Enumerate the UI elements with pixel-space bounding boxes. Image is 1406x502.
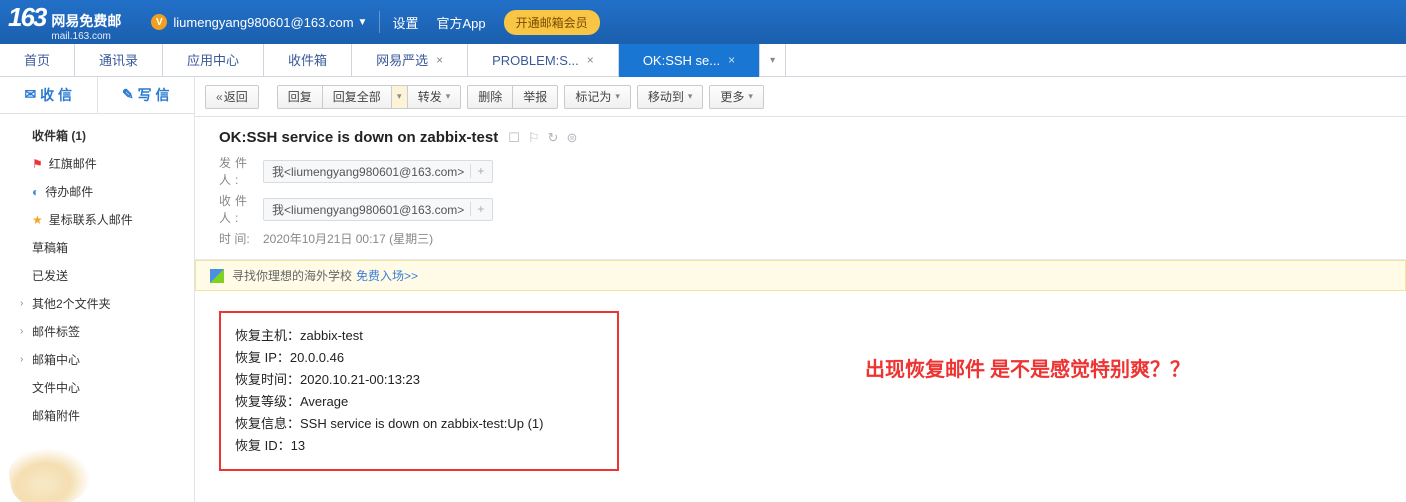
tab-home[interactable]: 首页 <box>0 44 75 77</box>
chevron-down-icon: ▾ <box>446 91 451 102</box>
sidebar-item-flagged[interactable]: ⚑红旗邮件 <box>0 150 194 178</box>
body-line: 恢复时间：2020.10.21-00:13:23 <box>235 369 603 391</box>
sidebar-decoration <box>0 438 194 502</box>
time-value: 2020年10月21日 00:17 (星期三) <box>263 230 433 247</box>
tab-add[interactable]: ▾ <box>760 44 786 76</box>
tab-contacts[interactable]: 通讯录 <box>75 44 163 77</box>
tab-inbox[interactable]: 收件箱 <box>264 44 352 77</box>
time-label: 时 间: <box>219 230 263 247</box>
chevron-down-icon: ▾ <box>615 91 620 102</box>
receive-button[interactable]: ✉收 信 <box>0 77 98 113</box>
promo-text: 寻找你理想的海外学校 <box>232 267 352 284</box>
mail-header: OK:SSH service is down on zabbix-test ☐ … <box>195 117 1406 260</box>
body-line: 恢复 ID：13 <box>235 435 603 457</box>
promo-banner[interactable]: 寻找你理想的海外学校 免费入场>> <box>195 260 1406 291</box>
forward-button[interactable]: 转发▾ <box>407 85 462 109</box>
print-icon[interactable]: ⊜ <box>566 130 577 146</box>
promo-icon <box>210 269 224 283</box>
chevron-down-icon: ▼ <box>358 17 368 28</box>
tab-okssh[interactable]: OK:SSH se...× <box>619 44 760 77</box>
vip-icon: V <box>151 14 167 30</box>
more-button[interactable]: 更多▾ <box>709 85 764 109</box>
download-icon: ✉ <box>24 86 36 103</box>
body-line: 恢复信息：SSH service is down on zabbix-test:… <box>235 413 603 435</box>
delete-button[interactable]: 删除 <box>467 85 513 109</box>
sidebar-item-attachments[interactable]: 邮箱附件 <box>0 402 194 430</box>
user-email: liumengyang980601@163.com <box>173 15 353 30</box>
report-button[interactable]: 举报 <box>512 85 558 109</box>
mail-subject: OK:SSH service is down on zabbix-test <box>219 129 498 146</box>
from-label: 发件人: <box>219 154 263 188</box>
sidebar-item-center[interactable]: ›邮箱中心 <box>0 346 194 374</box>
chevron-right-icon: › <box>20 290 28 318</box>
sidebar-item-inbox[interactable]: 收件箱 (1) <box>0 122 194 150</box>
to-label: 收件人: <box>219 192 263 226</box>
close-icon[interactable]: × <box>728 44 735 77</box>
sidebar-item-sent[interactable]: 已发送 <box>0 262 194 290</box>
annotation-text: 出现恢复邮件 是不是感觉特别爽？？ <box>865 353 1190 382</box>
reply-button[interactable]: 回复 <box>277 85 323 109</box>
to-chip[interactable]: 我<liumengyang980601@163.com>+ <box>263 198 493 221</box>
flag-outline-icon[interactable]: ⚐ <box>528 130 540 146</box>
sidebar-item-drafts[interactable]: 草稿箱 <box>0 234 194 262</box>
logo[interactable]: 163 网易免费邮 mail.163.com <box>8 2 121 42</box>
reply-all-button[interactable]: 回复全部▾ <box>322 85 408 109</box>
from-chip[interactable]: 我<liumengyang980601@163.com>+ <box>263 160 493 183</box>
nav-tabs: 首页 通讯录 应用中心 收件箱 网易严选× PROBLEM:S...× OK:S… <box>0 44 1406 77</box>
close-icon[interactable]: × <box>436 44 443 77</box>
mail-body-box: 恢复主机：zabbix-test 恢复 IP：20.0.0.46 恢复时间：20… <box>219 311 619 471</box>
back-button[interactable]: «返回 <box>205 85 259 109</box>
sidebar-item-files[interactable]: 文件中心 <box>0 374 194 402</box>
sidebar-item-starred[interactable]: ★星标联系人邮件 <box>0 206 194 234</box>
chevron-right-icon: › <box>20 318 28 346</box>
logo-domain: mail.163.com <box>51 31 121 42</box>
back-icon: « <box>216 90 220 104</box>
content-pane: «返回 回复 回复全部▾ 转发▾ 删除 举报 标记为▾ 移动到▾ 更多▾ OK:… <box>195 77 1406 502</box>
sidebar-item-other-folders[interactable]: ›其他2个文件夹 <box>0 290 194 318</box>
tab-problem[interactable]: PROBLEM:S...× <box>468 44 619 77</box>
settings-link[interactable]: 设置 <box>392 13 418 32</box>
mail-body: 恢复主机：zabbix-test 恢复 IP：20.0.0.46 恢复时间：20… <box>195 291 1406 491</box>
chevron-down-icon: ▾ <box>770 55 775 66</box>
reply-icon[interactable]: ↻ <box>548 130 559 146</box>
plus-icon[interactable]: + <box>470 202 484 216</box>
vip-upgrade-button[interactable]: 开通邮箱会员 <box>504 10 600 35</box>
tab-yanxuan[interactable]: 网易严选× <box>352 44 468 77</box>
compose-button[interactable]: ✎写 信 <box>98 77 195 113</box>
move-button[interactable]: 移动到▾ <box>637 85 704 109</box>
star-icon: ★ <box>32 206 43 234</box>
close-icon[interactable]: × <box>587 44 594 77</box>
body-line: 恢复 IP：20.0.0.46 <box>235 347 603 369</box>
sidebar-item-tags[interactable]: ›邮件标签 <box>0 318 194 346</box>
user-menu[interactable]: V liumengyang980601@163.com ▼ <box>151 14 367 30</box>
mail-toolbar: «返回 回复 回复全部▾ 转发▾ 删除 举报 标记为▾ 移动到▾ 更多▾ <box>195 77 1406 117</box>
clock-icon: ◐ <box>32 178 39 206</box>
plus-icon[interactable]: + <box>470 164 484 178</box>
chevron-down-icon: ▾ <box>748 91 753 102</box>
edit-icon: ✎ <box>122 86 134 103</box>
official-app-link[interactable]: 官方App <box>436 13 485 32</box>
top-bar: 163 网易免费邮 mail.163.com V liumengyang9806… <box>0 0 1406 44</box>
sidebar-item-todo[interactable]: ◐待办邮件 <box>0 178 194 206</box>
chevron-down-icon[interactable]: ▾ <box>391 86 407 108</box>
sidebar: ✉收 信 ✎写 信 收件箱 (1) ⚑红旗邮件 ◐待办邮件 ★星标联系人邮件 草… <box>0 77 195 502</box>
promo-link[interactable]: 免费入场>> <box>356 267 418 284</box>
tab-apps[interactable]: 应用中心 <box>163 44 264 77</box>
chevron-right-icon: › <box>20 346 28 374</box>
body-line: 恢复主机：zabbix-test <box>235 325 603 347</box>
bookmark-icon[interactable]: ☐ <box>508 130 520 146</box>
flag-icon: ⚑ <box>32 150 43 178</box>
chevron-down-icon: ▾ <box>688 91 693 102</box>
logo-number: 163 <box>8 2 45 33</box>
mark-button[interactable]: 标记为▾ <box>564 85 631 109</box>
logo-cn: 网易免费邮 <box>51 13 121 29</box>
body-line: 恢复等级：Average <box>235 391 603 413</box>
